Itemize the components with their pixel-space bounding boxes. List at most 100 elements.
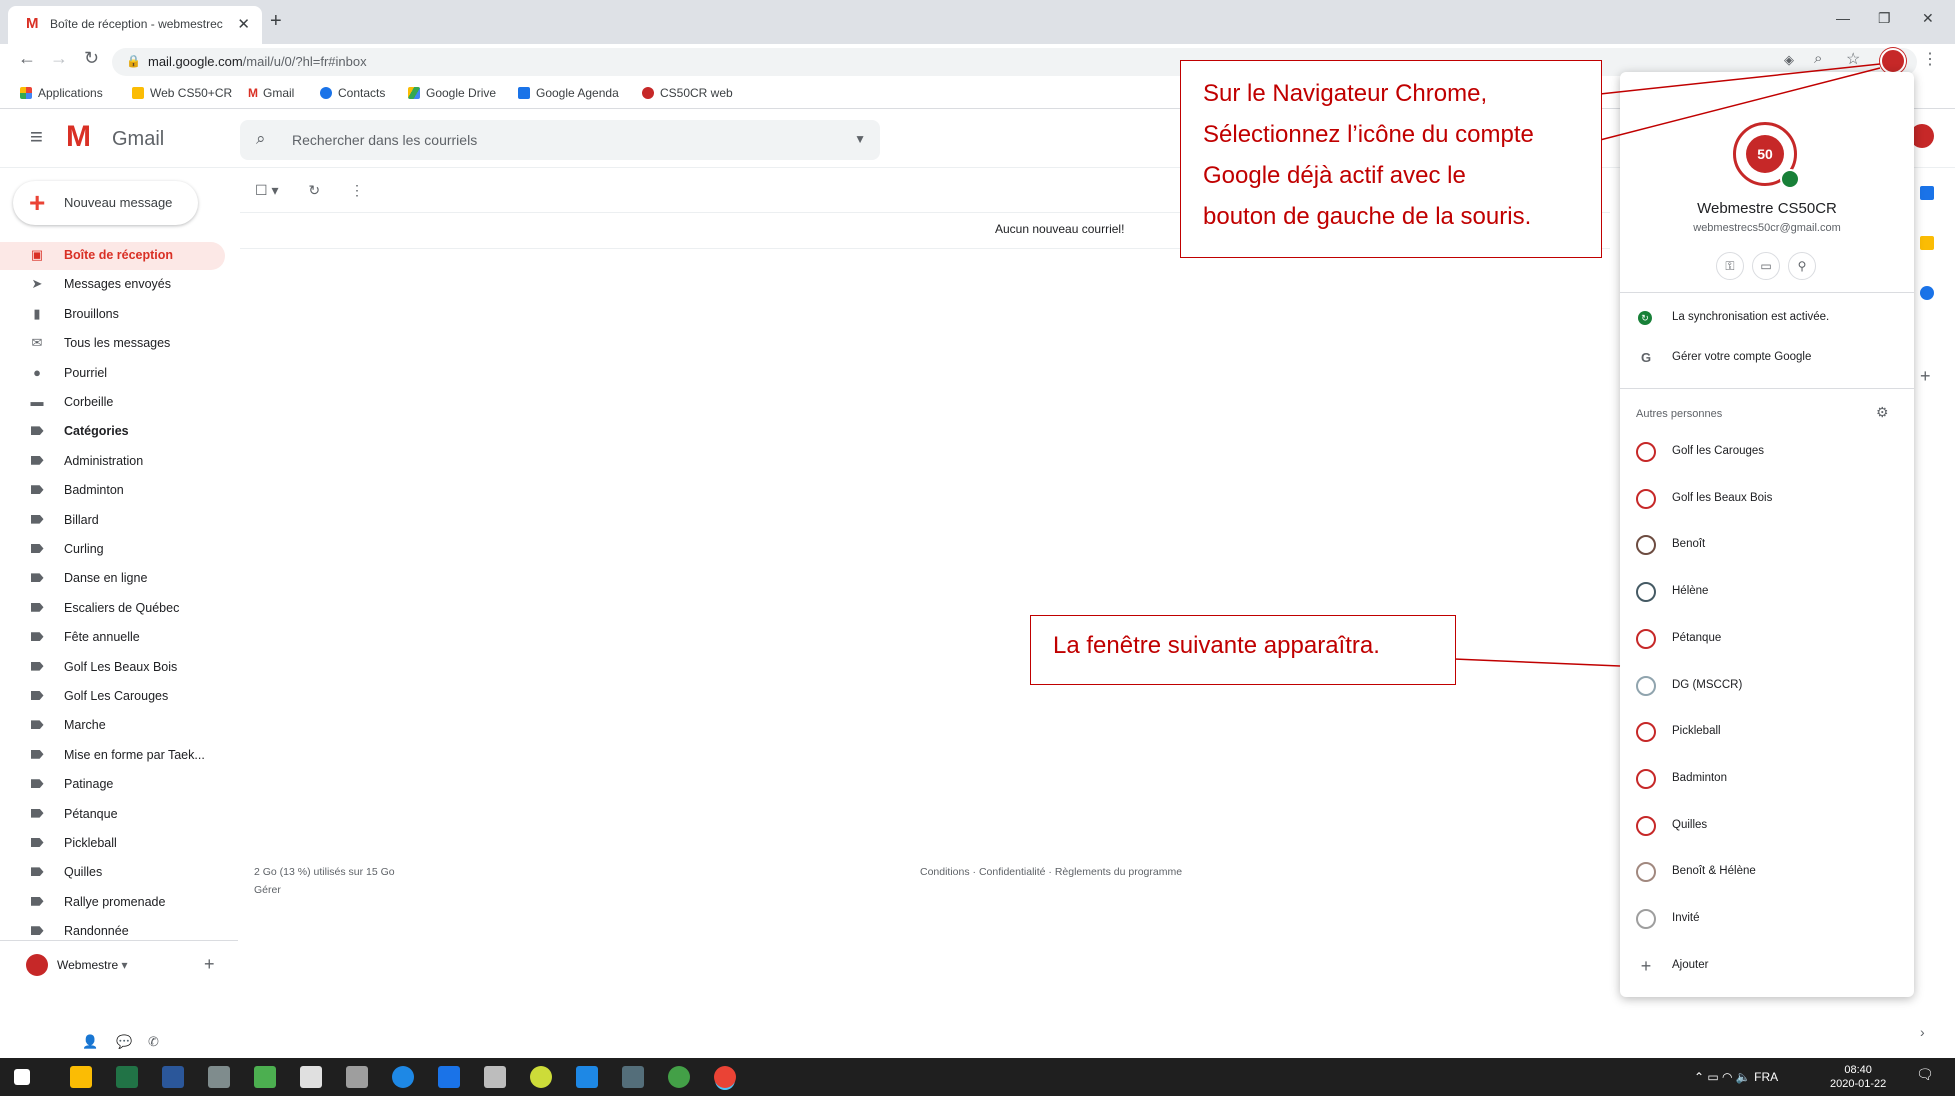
sidebar-item[interactable]: Golf Les Beaux Bois [0, 654, 225, 682]
sidebar-item-label: Pétanque [64, 806, 118, 821]
windows-start-icon[interactable] [14, 1069, 30, 1085]
label-icon [30, 512, 44, 526]
sidebar-item-label: Badminton [64, 483, 124, 498]
sidebar-item[interactable]: Danse en ligne [0, 565, 225, 593]
label-icon [30, 482, 44, 496]
word-icon[interactable] [162, 1066, 184, 1088]
sidebar-item-label: Administration [64, 453, 144, 468]
sidebar-item[interactable]: Mise en forme par Taek... [0, 742, 225, 770]
sidebar-item-label: Billard [64, 512, 99, 527]
app-icon[interactable] [254, 1066, 276, 1088]
sidebar-item-label: Tous les messages [64, 336, 171, 351]
result-callout: La fenêtre suivante apparaîtra. [1030, 615, 1456, 685]
app-icon[interactable] [208, 1066, 230, 1088]
sidebar-item[interactable]: ● Pourriel [0, 360, 225, 388]
label-icon [30, 747, 44, 761]
sidebar-item-label: Curling [64, 542, 104, 556]
label-icon [30, 688, 44, 702]
sidebar-item[interactable]: Fête annuelle [0, 624, 225, 652]
sidebar-item-label: Golf Les Carouges [64, 689, 169, 703]
sidebar-item-label: Quilles [64, 865, 103, 880]
notifications-icon[interactable]: 🗨 [1916, 1066, 1934, 1083]
sidebar-item[interactable]: Pétanque [0, 801, 225, 829]
calendar-app-icon[interactable] [438, 1066, 460, 1088]
sidebar-item[interactable]: Marche [0, 712, 225, 740]
sidebar-item-label: Patinage [64, 777, 114, 792]
sidebar-item-label: Pickleball [64, 836, 117, 850]
annotation-lines [1453, 63, 1881, 667]
app-icon[interactable] [668, 1066, 690, 1088]
label-icon [30, 423, 44, 437]
sidebar-item-label: Escaliers de Québec [64, 600, 180, 615]
sidebar-item-label: Randonnée [64, 924, 129, 939]
chrome-taskbar-icon[interactable] [714, 1066, 736, 1088]
sidebar-item-label: Golf Les Beaux Bois [64, 659, 178, 674]
windows-taskbar [0, 1058, 1955, 1096]
label-icon [30, 806, 44, 820]
sidebar-item[interactable]: Badminton [0, 477, 225, 505]
label-icon [30, 629, 44, 643]
label-icon [30, 835, 44, 849]
label-icon [30, 570, 44, 584]
sidebar-item-label: Boîte de réception [64, 248, 174, 262]
sidebar-item[interactable]: Quilles [0, 859, 225, 887]
label-icon [30, 776, 44, 790]
callout-text: La fenêtre suivante apparaîtra. [1053, 632, 1380, 659]
sidebar-item[interactable]: Catégories [0, 418, 225, 446]
label-icon [30, 659, 44, 673]
callout-line: Sur le Navigateur Chrome, [1203, 80, 1488, 107]
app-icon[interactable] [530, 1066, 552, 1088]
sidebar-item-label: Danse en ligne [64, 571, 148, 586]
sidebar-item-label: Marche [64, 718, 106, 733]
label-icon [30, 864, 44, 878]
people-app-icon[interactable] [484, 1066, 506, 1088]
sidebar-item-label: Mise en forme par Taek... [64, 747, 205, 762]
sidebar-item[interactable]: ▣ Boîte de réception [0, 242, 225, 270]
sidebar-item[interactable]: Patinage [0, 771, 225, 799]
sidebar-item[interactable]: Golf Les Carouges [0, 683, 225, 711]
calculator-icon[interactable] [346, 1066, 368, 1088]
sidebar-item-label: Rallye promenade [64, 894, 166, 909]
system-tray[interactable]: ⌃ ▭ ◠ 🔈 FRA [1694, 1070, 1778, 1084]
app-icon[interactable] [622, 1066, 644, 1088]
sidebar-item[interactable]: ➤ Messages envoyés [0, 271, 225, 299]
label-icon [30, 453, 44, 467]
label-icon [30, 923, 44, 937]
send-icon: ➤ [31, 276, 43, 292]
label-icon [30, 894, 44, 908]
sidebar-item-label: Messages envoyés [64, 277, 172, 292]
mail-icon: ✉ [31, 335, 43, 351]
excel-icon[interactable] [116, 1066, 138, 1088]
instruction-callout: Sur le Navigateur Chrome, Sélectionnez l… [1180, 60, 1602, 258]
draft-icon: ▮ [33, 305, 41, 321]
sidebar-item-label: Brouillons [64, 306, 119, 321]
label-icon [30, 541, 44, 555]
callout-line: Google déjà actif avec le [1203, 162, 1466, 189]
label-icon [30, 600, 44, 614]
file-explorer-icon[interactable] [70, 1066, 92, 1088]
callout-line: bouton de gauche de la souris. [1203, 203, 1532, 230]
sidebar-item[interactable]: Curling [0, 536, 225, 564]
sidebar-item[interactable]: Randonnée [0, 918, 225, 946]
taskbar-clock[interactable]: 08:40 2020-01-22 [1830, 1063, 1886, 1091]
sidebar-item[interactable]: Rallye promenade [0, 889, 225, 917]
label-icon [30, 717, 44, 731]
sidebar-item[interactable]: Pickleball [0, 830, 225, 858]
trash-icon: ▬ [30, 394, 44, 409]
sidebar-item[interactable]: Administration [0, 448, 225, 476]
sidebar-item[interactable]: ▮ Brouillons [0, 301, 225, 329]
sidebar-item-label: Corbeille [64, 395, 114, 409]
spam-icon: ● [33, 364, 41, 380]
inbox-icon: ▣ [30, 247, 44, 262]
app-icon[interactable] [392, 1066, 414, 1088]
todo-app-icon[interactable] [576, 1066, 598, 1088]
callout-line: Sélectionnez l’icône du compte [1203, 121, 1534, 148]
sidebar-item[interactable]: ▬ Corbeille [0, 389, 225, 417]
sidebar-item-label: Catégories [64, 424, 129, 439]
sidebar-item[interactable]: ✉ Tous les messages [0, 330, 225, 358]
sidebar-item[interactable]: Billard [0, 507, 225, 535]
sidebar-item[interactable]: Escaliers de Québec [0, 595, 225, 623]
sidebar-item-label: Fête annuelle [64, 630, 140, 645]
sidebar-item-label: Pourriel [64, 365, 108, 380]
app-icon[interactable] [300, 1066, 322, 1088]
